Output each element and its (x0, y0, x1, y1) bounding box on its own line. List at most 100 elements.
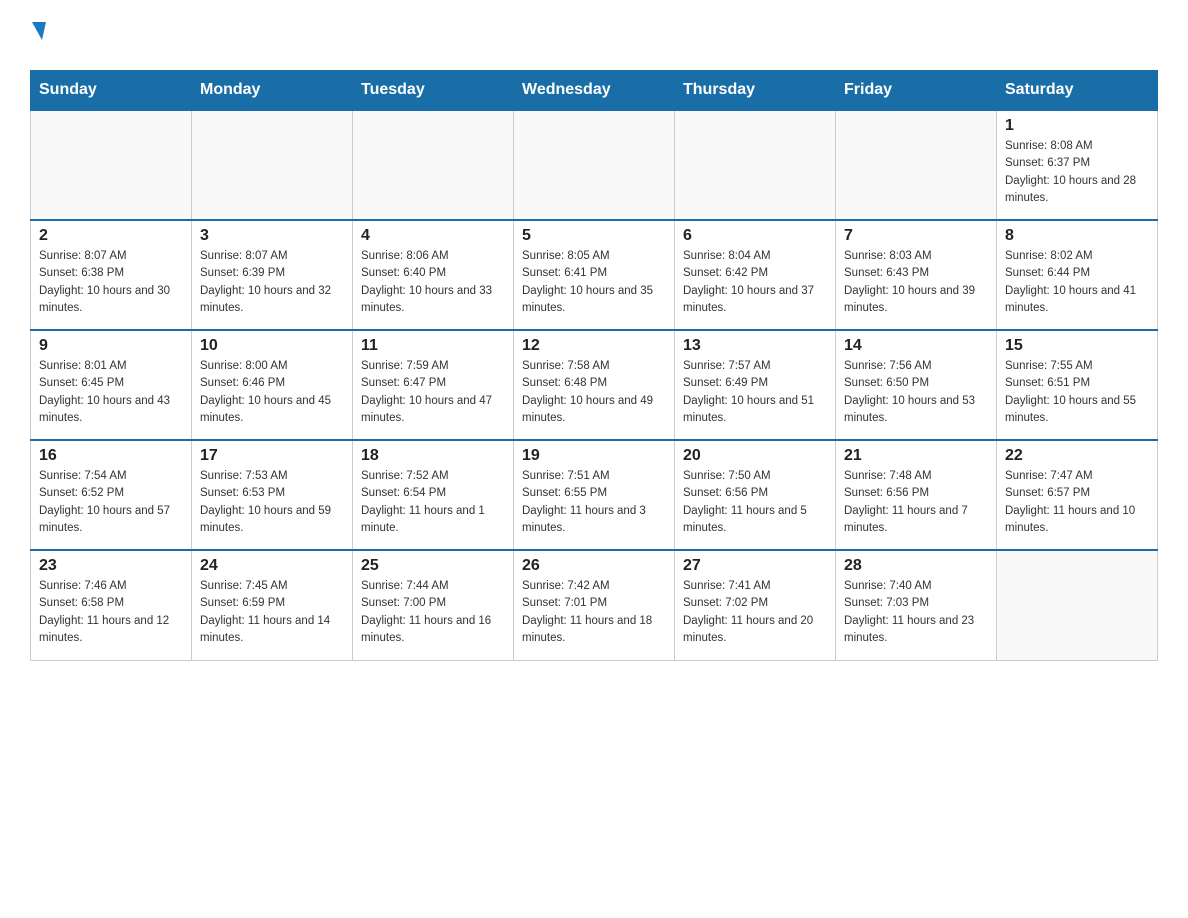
calendar-cell: 2 Sunrise: 8:07 AMSunset: 6:38 PMDaylight… (31, 220, 192, 330)
calendar-cell: 13 Sunrise: 7:57 AMSunset: 6:49 PMDayligh… (675, 330, 836, 440)
calendar-cell (353, 110, 514, 220)
day-number: 6 (683, 227, 827, 245)
day-info: Sunrise: 7:45 AMSunset: 6:59 PMDaylight:… (200, 578, 344, 647)
day-info: Sunrise: 8:04 AMSunset: 6:42 PMDaylight:… (683, 248, 827, 317)
calendar-cell: 3Sunrise: 8:07 AMSunset: 6:39 PMDaylight… (192, 220, 353, 330)
day-info: Sunrise: 8:00 AMSunset: 6:46 PMDaylight:… (200, 358, 344, 427)
calendar-cell: 5 Sunrise: 8:05 AMSunset: 6:41 PMDaylight… (514, 220, 675, 330)
week-row-3: 9Sunrise: 8:01 AMSunset: 6:45 PMDaylight… (31, 330, 1158, 440)
day-info: Sunrise: 8:05 AMSunset: 6:41 PMDaylight:… (522, 248, 666, 317)
day-info: Sunrise: 7:52 AMSunset: 6:54 PMDaylight:… (361, 468, 505, 537)
calendar-header-row: SundayMondayTuesdayWednesdayThursdayFrid… (31, 71, 1158, 111)
calendar-cell: 11 Sunrise: 7:59 AMSunset: 6:47 PMDayligh… (353, 330, 514, 440)
day-number: 22 (1005, 447, 1149, 465)
calendar-cell: 27 Sunrise: 7:41 AMSunset: 7:02 PMDayligh… (675, 550, 836, 660)
day-number: 23 (39, 557, 183, 575)
day-number: 8 (1005, 227, 1149, 245)
calendar-cell: 15 Sunrise: 7:55 AMSunset: 6:51 PMDayligh… (997, 330, 1158, 440)
page-header (30, 20, 1158, 54)
calendar-cell: 16 Sunrise: 7:54 AMSunset: 6:52 PMDayligh… (31, 440, 192, 550)
calendar-cell: 21Sunrise: 7:48 AMSunset: 6:56 PMDayligh… (836, 440, 997, 550)
day-number: 10 (200, 337, 344, 355)
day-info: Sunrise: 8:02 AMSunset: 6:44 PMDaylight:… (1005, 248, 1149, 317)
day-info: Sunrise: 8:07 AMSunset: 6:38 PMDaylight:… (39, 248, 183, 317)
day-info: Sunrise: 7:54 AMSunset: 6:52 PMDaylight:… (39, 468, 183, 537)
calendar-cell: 12Sunrise: 7:58 AMSunset: 6:48 PMDayligh… (514, 330, 675, 440)
calendar-cell (675, 110, 836, 220)
calendar-cell: 14 Sunrise: 7:56 AMSunset: 6:50 PMDayligh… (836, 330, 997, 440)
day-number: 5 (522, 227, 666, 245)
calendar-cell: 20 Sunrise: 7:50 AMSunset: 6:56 PMDayligh… (675, 440, 836, 550)
day-info: Sunrise: 7:57 AMSunset: 6:49 PMDaylight:… (683, 358, 827, 427)
calendar-cell (836, 110, 997, 220)
calendar-cell: 6 Sunrise: 8:04 AMSunset: 6:42 PMDaylight… (675, 220, 836, 330)
day-info: Sunrise: 7:47 AMSunset: 6:57 PMDaylight:… (1005, 468, 1149, 537)
day-info: Sunrise: 7:55 AMSunset: 6:51 PMDaylight:… (1005, 358, 1149, 427)
calendar-cell: 23 Sunrise: 7:46 AMSunset: 6:58 PMDayligh… (31, 550, 192, 660)
day-number: 2 (39, 227, 183, 245)
day-number: 15 (1005, 337, 1149, 355)
col-header-sunday: Sunday (31, 71, 192, 111)
logo-row1 (30, 20, 46, 54)
day-info: Sunrise: 7:53 AMSunset: 6:53 PMDaylight:… (200, 468, 344, 537)
col-header-saturday: Saturday (997, 71, 1158, 111)
day-number: 20 (683, 447, 827, 465)
day-info: Sunrise: 7:46 AMSunset: 6:58 PMDaylight:… (39, 578, 183, 647)
calendar-cell: 25 Sunrise: 7:44 AMSunset: 7:00 PMDayligh… (353, 550, 514, 660)
week-row-4: 16 Sunrise: 7:54 AMSunset: 6:52 PMDayligh… (31, 440, 1158, 550)
day-info: Sunrise: 8:06 AMSunset: 6:40 PMDaylight:… (361, 248, 505, 317)
day-number: 25 (361, 557, 505, 575)
calendar-cell: 10 Sunrise: 8:00 AMSunset: 6:46 PMDayligh… (192, 330, 353, 440)
calendar-cell: 1 Sunrise: 8:08 AMSunset: 6:37 PMDaylight… (997, 110, 1158, 220)
day-number: 11 (361, 337, 505, 355)
day-number: 24 (200, 557, 344, 575)
col-header-friday: Friday (836, 71, 997, 111)
calendar-cell: 19 Sunrise: 7:51 AMSunset: 6:55 PMDayligh… (514, 440, 675, 550)
day-info: Sunrise: 7:56 AMSunset: 6:50 PMDaylight:… (844, 358, 988, 427)
calendar-cell: 28 Sunrise: 7:40 AMSunset: 7:03 PMDayligh… (836, 550, 997, 660)
day-number: 9 (39, 337, 183, 355)
week-row-5: 23 Sunrise: 7:46 AMSunset: 6:58 PMDayligh… (31, 550, 1158, 660)
day-info: Sunrise: 7:59 AMSunset: 6:47 PMDaylight:… (361, 358, 505, 427)
day-number: 26 (522, 557, 666, 575)
day-number: 13 (683, 337, 827, 355)
calendar-cell: 9Sunrise: 8:01 AMSunset: 6:45 PMDaylight… (31, 330, 192, 440)
calendar-cell: 26 Sunrise: 7:42 AMSunset: 7:01 PMDayligh… (514, 550, 675, 660)
logo (30, 20, 46, 54)
day-number: 7 (844, 227, 988, 245)
day-number: 12 (522, 337, 666, 355)
day-number: 3 (200, 227, 344, 245)
calendar-cell (31, 110, 192, 220)
day-number: 4 (361, 227, 505, 245)
col-header-tuesday: Tuesday (353, 71, 514, 111)
calendar-cell (192, 110, 353, 220)
day-info: Sunrise: 7:42 AMSunset: 7:01 PMDaylight:… (522, 578, 666, 647)
day-info: Sunrise: 7:50 AMSunset: 6:56 PMDaylight:… (683, 468, 827, 537)
calendar-cell: 17Sunrise: 7:53 AMSunset: 6:53 PMDayligh… (192, 440, 353, 550)
day-number: 19 (522, 447, 666, 465)
week-row-2: 2 Sunrise: 8:07 AMSunset: 6:38 PMDaylight… (31, 220, 1158, 330)
day-number: 16 (39, 447, 183, 465)
day-info: Sunrise: 7:41 AMSunset: 7:02 PMDaylight:… (683, 578, 827, 647)
calendar-cell: 18Sunrise: 7:52 AMSunset: 6:54 PMDayligh… (353, 440, 514, 550)
day-info: Sunrise: 7:51 AMSunset: 6:55 PMDaylight:… (522, 468, 666, 537)
calendar-cell: 22 Sunrise: 7:47 AMSunset: 6:57 PMDayligh… (997, 440, 1158, 550)
calendar-cell (514, 110, 675, 220)
col-header-monday: Monday (192, 71, 353, 111)
calendar-table: SundayMondayTuesdayWednesdayThursdayFrid… (30, 70, 1158, 661)
day-info: Sunrise: 7:40 AMSunset: 7:03 PMDaylight:… (844, 578, 988, 647)
calendar-cell: 7Sunrise: 8:03 AMSunset: 6:43 PMDaylight… (836, 220, 997, 330)
day-number: 21 (844, 447, 988, 465)
calendar-cell (997, 550, 1158, 660)
day-number: 1 (1005, 117, 1149, 135)
calendar-cell: 4 Sunrise: 8:06 AMSunset: 6:40 PMDaylight… (353, 220, 514, 330)
day-number: 14 (844, 337, 988, 355)
col-header-wednesday: Wednesday (514, 71, 675, 111)
calendar-cell: 8 Sunrise: 8:02 AMSunset: 6:44 PMDaylight… (997, 220, 1158, 330)
day-number: 28 (844, 557, 988, 575)
week-row-1: 1 Sunrise: 8:08 AMSunset: 6:37 PMDaylight… (31, 110, 1158, 220)
day-number: 27 (683, 557, 827, 575)
logo-arrow-icon (32, 22, 46, 40)
day-info: Sunrise: 7:44 AMSunset: 7:00 PMDaylight:… (361, 578, 505, 647)
day-info: Sunrise: 8:08 AMSunset: 6:37 PMDaylight:… (1005, 138, 1149, 207)
